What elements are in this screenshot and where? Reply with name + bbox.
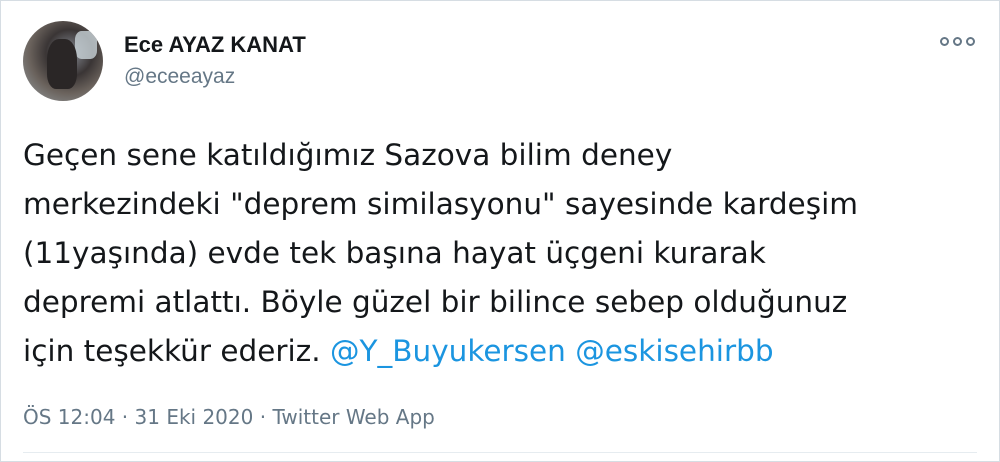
meta-separator: · — [253, 405, 273, 429]
dot-icon — [966, 37, 975, 46]
tweet-meta: ÖS 12:04 · 31 Eki 2020 · Twitter Web App — [23, 403, 435, 431]
tweet-header: Ece AYAZ KANAT @eceeayaz — [23, 21, 306, 101]
divider — [23, 452, 977, 453]
tweet-line: merkezindeki "deprem similasyonu" sayesi… — [23, 187, 859, 221]
mention-link[interactable]: @Y_Buyukersen — [330, 334, 566, 368]
avatar-figure — [47, 39, 77, 89]
tweet-card: Ece AYAZ KANAT @eceeayaz Geçen sene katı… — [0, 0, 1000, 462]
tweet-line: depremi atlattı. Böyle güzel bir bilince… — [23, 285, 848, 319]
tweet-line: Geçen sene katıldığımız Sazova bilim den… — [23, 138, 673, 172]
avatar[interactable] — [23, 21, 103, 101]
tweet-date[interactable]: 31 Eki 2020 — [135, 405, 254, 429]
mention-link[interactable]: @eskisehirbb — [575, 334, 773, 368]
author-names: Ece AYAZ KANAT @eceeayaz — [124, 31, 306, 91]
tweet-text: Geçen sene katıldığımız Sazova bilim den… — [23, 131, 983, 376]
avatar-background — [75, 31, 97, 59]
author-handle[interactable]: @eceeayaz — [124, 63, 306, 91]
more-options-icon[interactable] — [940, 37, 975, 46]
tweet-time[interactable]: ÖS 12:04 — [23, 405, 115, 429]
tweet-source[interactable]: Twitter Web App — [272, 405, 434, 429]
dot-icon — [940, 37, 949, 46]
tweet-line-prefix: için teşekkür ederiz. — [23, 334, 330, 368]
author-display-name[interactable]: Ece AYAZ KANAT — [124, 31, 306, 59]
meta-separator: · — [115, 405, 135, 429]
dot-icon — [953, 37, 962, 46]
tweet-line: (11yaşında) evde tek başına hayat üçgeni… — [23, 236, 766, 270]
